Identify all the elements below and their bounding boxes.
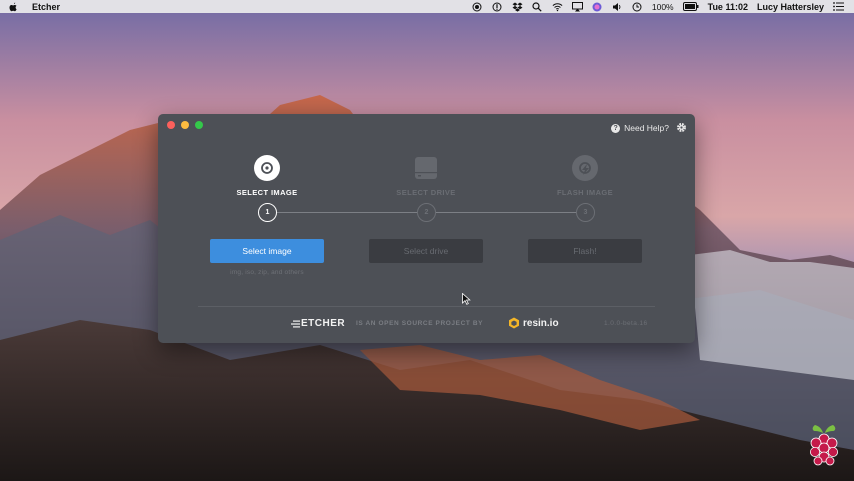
- battery-percentage: 100%: [651, 1, 674, 12]
- window-footer: ETCHER IS AN OPEN SOURCE PROJECT BY resi…: [158, 315, 695, 331]
- flash-button[interactable]: Flash!: [528, 239, 642, 263]
- step-3-title: FLASH IMAGE: [556, 188, 614, 197]
- mouse-cursor-icon: [462, 293, 471, 305]
- window-controls: [167, 121, 203, 129]
- menu-bar: Etcher 100% Tue 11:02 Lucy Hattersley: [0, 0, 854, 13]
- time-machine-icon[interactable]: [632, 2, 643, 12]
- step-select-image: SELECT IMAGE: [197, 154, 337, 197]
- select-drive-button[interactable]: Select drive: [369, 239, 483, 263]
- user-name[interactable]: Lucy Hattersley: [757, 2, 824, 12]
- need-help-label: Need Help?: [624, 123, 669, 133]
- step-1-number: 1: [258, 203, 277, 222]
- app-menu-name[interactable]: Etcher: [32, 2, 60, 12]
- record-icon[interactable]: [472, 2, 483, 12]
- status-tray: 100% Tue 11:02 Lucy Hattersley: [472, 1, 854, 12]
- step-flash-image: FLASH IMAGE: [515, 154, 655, 197]
- version-label: 1.0.0-beta.16: [604, 320, 648, 327]
- flash-icon: [572, 155, 598, 181]
- resin-io-label: resin.io: [523, 317, 559, 329]
- airplay-icon[interactable]: [571, 1, 583, 12]
- wifi-icon[interactable]: [552, 2, 563, 12]
- menubar-clock[interactable]: Tue 11:02: [708, 2, 748, 12]
- list-icon[interactable]: [833, 2, 844, 12]
- close-button[interactable]: [167, 121, 175, 129]
- step-2-number: 2: [417, 203, 436, 222]
- open-source-tagline: IS AN OPEN SOURCE PROJECT BY: [356, 320, 484, 327]
- battery-icon[interactable]: [682, 2, 699, 12]
- step-2-title: SELECT DRIVE: [396, 188, 456, 197]
- step-connector: [436, 212, 577, 213]
- apple-icon[interactable]: [9, 2, 19, 12]
- siri-icon[interactable]: [592, 2, 603, 12]
- question-icon: ?: [611, 123, 621, 133]
- minimize-button[interactable]: [181, 121, 189, 129]
- disc-image-icon: [254, 155, 280, 181]
- etcher-window: ? Need Help? SELECT IMAGE SELECT DRIVE F…: [158, 114, 695, 343]
- speed-lines-icon: [291, 320, 300, 327]
- etcher-logo[interactable]: ETCHER: [291, 318, 345, 329]
- resin-io-link[interactable]: resin.io: [508, 317, 559, 329]
- step-select-drive: SELECT DRIVE: [356, 154, 496, 197]
- resin-cube-icon: [509, 317, 519, 329]
- gear-icon[interactable]: [676, 122, 687, 133]
- dropbox-icon[interactable]: [512, 2, 523, 12]
- maximize-button[interactable]: [195, 121, 203, 129]
- step-connector: [277, 212, 418, 213]
- supported-formats-hint: img, iso, zip, and others: [230, 269, 304, 276]
- step-3-number: 3: [576, 203, 595, 222]
- raspberry-pi-logo-icon: [810, 425, 838, 466]
- footer-divider: [198, 306, 655, 307]
- drive-icon: [415, 157, 437, 179]
- etcher-brand-text: ETCHER: [301, 318, 346, 329]
- search-icon[interactable]: [532, 1, 543, 12]
- step-1-title: SELECT IMAGE: [236, 188, 298, 197]
- select-image-button[interactable]: Select image: [210, 239, 324, 263]
- info-circle-icon[interactable]: [492, 2, 503, 12]
- volume-icon[interactable]: [612, 2, 623, 12]
- need-help-link[interactable]: ? Need Help?: [611, 123, 669, 133]
